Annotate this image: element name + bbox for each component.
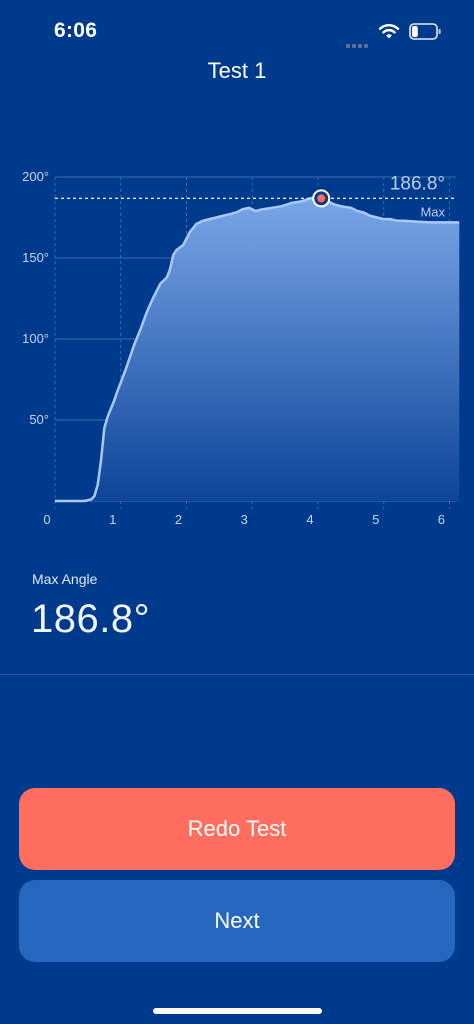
angle-chart: 50° 100° 150° 200° 0 1 2 3 4 5 6 186.8° Max (22, 169, 460, 527)
y-tick-label: 200° (22, 169, 49, 184)
status-time: 6:06 (54, 19, 98, 42)
next-button[interactable]: Next (19, 880, 455, 962)
y-tick-label: 100° (22, 331, 49, 346)
chart-area (55, 198, 460, 501)
x-tick-label: 2 (175, 512, 182, 527)
x-tick-label: 3 (241, 512, 248, 527)
status-bar: 6:06 (0, 0, 474, 60)
x-tick-label: 4 (306, 512, 313, 527)
x-tick-label: 5 (372, 512, 379, 527)
wifi-icon (378, 24, 400, 39)
x-tick-label: 6 (438, 512, 445, 527)
max-value-label: 186.8° (390, 173, 445, 194)
cellular-signal-icon (346, 35, 370, 48)
x-tick-label: 0 (43, 512, 50, 527)
max-angle-label: Max Angle (32, 571, 98, 587)
divider (0, 674, 474, 675)
home-indicator (153, 1008, 322, 1014)
y-tick-label: 50° (29, 412, 49, 427)
max-label: Max (420, 204, 445, 219)
max-marker-dot (317, 194, 326, 203)
test-result-screen: 6:06 Test 1 50° 100° 150° 200° 0 1 2 3 4 5 6 186.8… (0, 0, 474, 1024)
battery-icon (409, 23, 441, 40)
max-angle-value: 186.8° (31, 597, 151, 641)
page-title: Test 1 (207, 58, 267, 83)
y-tick-label: 150° (22, 250, 49, 265)
redo-test-button[interactable]: Redo Test (19, 788, 455, 870)
x-tick-label: 1 (109, 512, 116, 527)
